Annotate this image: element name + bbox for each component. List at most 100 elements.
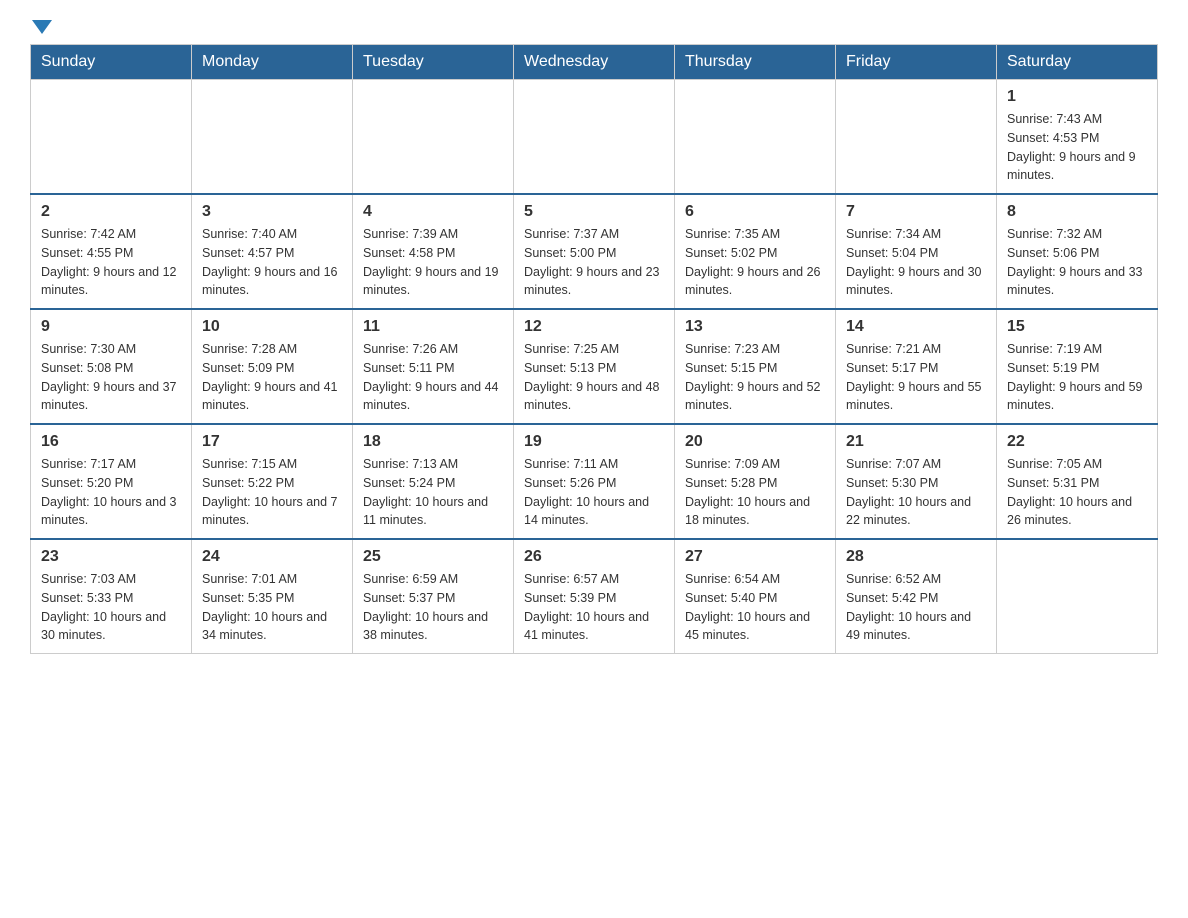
calendar-header-row: SundayMondayTuesdayWednesdayThursdayFrid… <box>31 45 1158 80</box>
day-number: 5 <box>524 203 664 221</box>
calendar-cell: 21 Sunrise: 7:07 AMSunset: 5:30 PMDayligh… <box>836 424 997 539</box>
column-header-monday: Monday <box>192 45 353 80</box>
calendar-cell: 5 Sunrise: 7:37 AMSunset: 5:00 PMDaylight… <box>514 194 675 309</box>
day-number: 27 <box>685 548 825 566</box>
calendar-cell: 11 Sunrise: 7:26 AMSunset: 5:11 PMDayligh… <box>353 309 514 424</box>
calendar-week-row: 16 Sunrise: 7:17 AMSunset: 5:20 PMDayligh… <box>31 424 1158 539</box>
calendar-cell: 23 Sunrise: 7:03 AMSunset: 5:33 PMDayligh… <box>31 539 192 654</box>
calendar-cell: 8 Sunrise: 7:32 AMSunset: 5:06 PMDaylight… <box>997 194 1158 309</box>
calendar-cell: 22 Sunrise: 7:05 AMSunset: 5:31 PMDayligh… <box>997 424 1158 539</box>
day-number: 10 <box>202 318 342 336</box>
calendar-week-row: 1Sunrise: 7:43 AMSunset: 4:53 PMDaylight… <box>31 80 1158 195</box>
day-info: Sunrise: 7:05 AMSunset: 5:31 PMDaylight:… <box>1007 455 1147 530</box>
day-number: 20 <box>685 433 825 451</box>
day-number: 17 <box>202 433 342 451</box>
day-info: Sunrise: 7:01 AMSunset: 5:35 PMDaylight:… <box>202 570 342 645</box>
calendar-cell: 7 Sunrise: 7:34 AMSunset: 5:04 PMDaylight… <box>836 194 997 309</box>
day-number: 8 <box>1007 203 1147 221</box>
day-info: Sunrise: 7:34 AMSunset: 5:04 PMDaylight:… <box>846 225 986 300</box>
calendar-cell <box>675 80 836 195</box>
day-number: 15 <box>1007 318 1147 336</box>
day-info: Sunrise: 7:35 AMSunset: 5:02 PMDaylight:… <box>685 225 825 300</box>
day-number: 13 <box>685 318 825 336</box>
calendar-week-row: 2 Sunrise: 7:42 AMSunset: 4:55 PMDaylight… <box>31 194 1158 309</box>
day-info: Sunrise: 7:19 AMSunset: 5:19 PMDaylight:… <box>1007 340 1147 415</box>
day-number: 9 <box>41 318 181 336</box>
calendar-cell: 25 Sunrise: 6:59 AMSunset: 5:37 PMDayligh… <box>353 539 514 654</box>
logo-triangle-icon <box>32 20 52 34</box>
column-header-saturday: Saturday <box>997 45 1158 80</box>
calendar-cell <box>31 80 192 195</box>
calendar-cell <box>836 80 997 195</box>
calendar-cell: 4Sunrise: 7:39 AMSunset: 4:58 PMDaylight… <box>353 194 514 309</box>
day-number: 24 <box>202 548 342 566</box>
calendar-table: SundayMondayTuesdayWednesdayThursdayFrid… <box>30 44 1158 654</box>
day-info: Sunrise: 7:42 AMSunset: 4:55 PMDaylight:… <box>41 225 181 300</box>
day-number: 22 <box>1007 433 1147 451</box>
calendar-cell: 1Sunrise: 7:43 AMSunset: 4:53 PMDaylight… <box>997 80 1158 195</box>
day-number: 16 <box>41 433 181 451</box>
day-info: Sunrise: 7:25 AMSunset: 5:13 PMDaylight:… <box>524 340 664 415</box>
calendar-cell: 15 Sunrise: 7:19 AMSunset: 5:19 PMDayligh… <box>997 309 1158 424</box>
day-info: Sunrise: 7:28 AMSunset: 5:09 PMDaylight:… <box>202 340 342 415</box>
column-header-thursday: Thursday <box>675 45 836 80</box>
calendar-cell <box>997 539 1158 654</box>
day-info: Sunrise: 7:17 AMSunset: 5:20 PMDaylight:… <box>41 455 181 530</box>
day-info: Sunrise: 7:26 AMSunset: 5:11 PMDaylight:… <box>363 340 503 415</box>
day-info: Sunrise: 7:23 AMSunset: 5:15 PMDaylight:… <box>685 340 825 415</box>
day-number: 26 <box>524 548 664 566</box>
day-info: Sunrise: 6:59 AMSunset: 5:37 PMDaylight:… <box>363 570 503 645</box>
day-info: Sunrise: 7:03 AMSunset: 5:33 PMDaylight:… <box>41 570 181 645</box>
column-header-tuesday: Tuesday <box>353 45 514 80</box>
column-header-friday: Friday <box>836 45 997 80</box>
day-info: Sunrise: 7:43 AMSunset: 4:53 PMDaylight:… <box>1007 110 1147 185</box>
day-info: Sunrise: 7:07 AMSunset: 5:30 PMDaylight:… <box>846 455 986 530</box>
day-number: 11 <box>363 318 503 336</box>
page-header <box>30 20 1158 34</box>
calendar-cell: 20 Sunrise: 7:09 AMSunset: 5:28 PMDayligh… <box>675 424 836 539</box>
calendar-week-row: 23 Sunrise: 7:03 AMSunset: 5:33 PMDayligh… <box>31 539 1158 654</box>
day-info: Sunrise: 7:13 AMSunset: 5:24 PMDaylight:… <box>363 455 503 530</box>
calendar-cell: 26Sunrise: 6:57 AMSunset: 5:39 PMDayligh… <box>514 539 675 654</box>
day-info: Sunrise: 7:15 AMSunset: 5:22 PMDaylight:… <box>202 455 342 530</box>
day-number: 2 <box>41 203 181 221</box>
logo <box>30 20 52 34</box>
day-info: Sunrise: 6:54 AMSunset: 5:40 PMDaylight:… <box>685 570 825 645</box>
column-header-sunday: Sunday <box>31 45 192 80</box>
day-info: Sunrise: 7:11 AMSunset: 5:26 PMDaylight:… <box>524 455 664 530</box>
calendar-cell: 2 Sunrise: 7:42 AMSunset: 4:55 PMDaylight… <box>31 194 192 309</box>
calendar-cell: 28Sunrise: 6:52 AMSunset: 5:42 PMDayligh… <box>836 539 997 654</box>
calendar-cell: 9 Sunrise: 7:30 AMSunset: 5:08 PMDaylight… <box>31 309 192 424</box>
calendar-cell: 19 Sunrise: 7:11 AMSunset: 5:26 PMDayligh… <box>514 424 675 539</box>
day-info: Sunrise: 7:37 AMSunset: 5:00 PMDaylight:… <box>524 225 664 300</box>
calendar-cell: 12Sunrise: 7:25 AMSunset: 5:13 PMDayligh… <box>514 309 675 424</box>
column-header-wednesday: Wednesday <box>514 45 675 80</box>
calendar-cell: 16 Sunrise: 7:17 AMSunset: 5:20 PMDayligh… <box>31 424 192 539</box>
day-info: Sunrise: 7:30 AMSunset: 5:08 PMDaylight:… <box>41 340 181 415</box>
calendar-cell: 6Sunrise: 7:35 AMSunset: 5:02 PMDaylight… <box>675 194 836 309</box>
day-info: Sunrise: 7:09 AMSunset: 5:28 PMDaylight:… <box>685 455 825 530</box>
calendar-cell: 3 Sunrise: 7:40 AMSunset: 4:57 PMDaylight… <box>192 194 353 309</box>
calendar-cell: 17 Sunrise: 7:15 AMSunset: 5:22 PMDayligh… <box>192 424 353 539</box>
day-number: 19 <box>524 433 664 451</box>
calendar-cell: 14Sunrise: 7:21 AMSunset: 5:17 PMDayligh… <box>836 309 997 424</box>
day-number: 4 <box>363 203 503 221</box>
calendar-cell: 27 Sunrise: 6:54 AMSunset: 5:40 PMDayligh… <box>675 539 836 654</box>
day-info: Sunrise: 6:52 AMSunset: 5:42 PMDaylight:… <box>846 570 986 645</box>
calendar-cell: 13 Sunrise: 7:23 AMSunset: 5:15 PMDayligh… <box>675 309 836 424</box>
calendar-cell: 24 Sunrise: 7:01 AMSunset: 5:35 PMDayligh… <box>192 539 353 654</box>
day-number: 23 <box>41 548 181 566</box>
calendar-cell: 10 Sunrise: 7:28 AMSunset: 5:09 PMDayligh… <box>192 309 353 424</box>
day-number: 7 <box>846 203 986 221</box>
calendar-cell <box>192 80 353 195</box>
day-number: 18 <box>363 433 503 451</box>
calendar-cell: 18 Sunrise: 7:13 AMSunset: 5:24 PMDayligh… <box>353 424 514 539</box>
day-info: Sunrise: 7:32 AMSunset: 5:06 PMDaylight:… <box>1007 225 1147 300</box>
day-number: 21 <box>846 433 986 451</box>
day-number: 3 <box>202 203 342 221</box>
calendar-cell <box>514 80 675 195</box>
calendar-week-row: 9 Sunrise: 7:30 AMSunset: 5:08 PMDaylight… <box>31 309 1158 424</box>
day-info: Sunrise: 7:40 AMSunset: 4:57 PMDaylight:… <box>202 225 342 300</box>
day-number: 25 <box>363 548 503 566</box>
day-info: Sunrise: 7:21 AMSunset: 5:17 PMDaylight:… <box>846 340 986 415</box>
